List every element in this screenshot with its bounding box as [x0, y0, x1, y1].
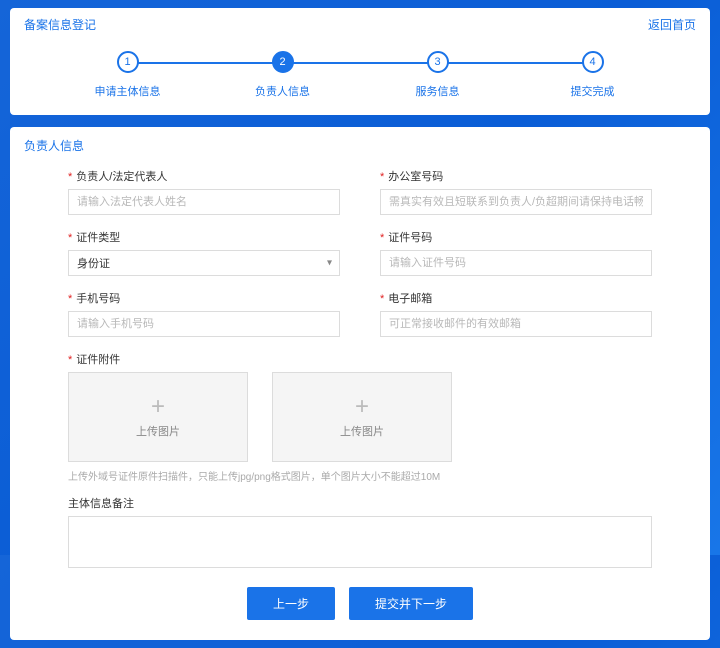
- step-line: [128, 62, 283, 64]
- doc-no-label: *证件号码: [380, 229, 652, 245]
- step-4-circle: 4: [582, 51, 604, 73]
- doc-no-input[interactable]: [380, 250, 652, 276]
- step-line: [283, 62, 438, 64]
- step-3-circle: 3: [427, 51, 449, 73]
- doc-type-select[interactable]: [68, 250, 340, 276]
- remark-textarea[interactable]: [68, 516, 652, 568]
- upload-text: 上传图片: [136, 423, 180, 439]
- doc-type-label: *证件类型: [68, 229, 340, 245]
- office-phone-input[interactable]: [380, 189, 652, 215]
- name-label: *负责人/法定代表人: [68, 168, 340, 184]
- step-1: 1 申请主体信息: [50, 51, 205, 99]
- form-card: 负责人信息 *负责人/法定代表人 *办公室号码 *证件类型 ▾: [10, 127, 710, 640]
- submit-next-button[interactable]: 提交并下一步: [349, 587, 473, 620]
- section-title: 负责人信息: [24, 137, 696, 154]
- step-4: 4 提交完成: [515, 51, 670, 99]
- step-2-label: 负责人信息: [255, 83, 310, 99]
- step-line: [438, 62, 593, 64]
- plus-icon: +: [151, 395, 165, 419]
- mobile-label: *手机号码: [68, 290, 340, 306]
- doc-attach-label: *证件附件: [68, 351, 652, 367]
- email-label: *电子邮箱: [380, 290, 652, 306]
- step-1-circle: 1: [117, 51, 139, 73]
- step-2: 2 负责人信息: [205, 51, 360, 99]
- remark-label: 主体信息备注: [68, 495, 652, 511]
- email-input[interactable]: [380, 311, 652, 337]
- page-title: 备案信息登记: [24, 16, 96, 33]
- step-2-circle: 2: [272, 51, 294, 73]
- name-input[interactable]: [68, 189, 340, 215]
- step-1-label: 申请主体信息: [95, 83, 161, 99]
- office-phone-label: *办公室号码: [380, 168, 652, 184]
- plus-icon: +: [355, 395, 369, 419]
- upload-text: 上传图片: [340, 423, 384, 439]
- upload-box-1[interactable]: + 上传图片: [68, 372, 248, 462]
- step-3-label: 服务信息: [416, 83, 460, 99]
- upload-box-2[interactable]: + 上传图片: [272, 372, 452, 462]
- step-3: 3 服务信息: [360, 51, 515, 99]
- header-bar: 备案信息登记 返回首页: [10, 8, 710, 33]
- back-home-link[interactable]: 返回首页: [648, 16, 696, 33]
- prev-button[interactable]: 上一步: [247, 587, 335, 620]
- mobile-input[interactable]: [68, 311, 340, 337]
- stepper: 1 申请主体信息 2 负责人信息 3 服务信息 4 提交完成: [50, 51, 670, 99]
- step-4-label: 提交完成: [571, 83, 615, 99]
- upload-hint: 上传外域号证件原件扫描件，只能上传jpg/png格式图片，单个图片大小不能超过1…: [68, 468, 652, 483]
- stepper-card: 1 申请主体信息 2 负责人信息 3 服务信息 4 提交完成: [10, 33, 710, 115]
